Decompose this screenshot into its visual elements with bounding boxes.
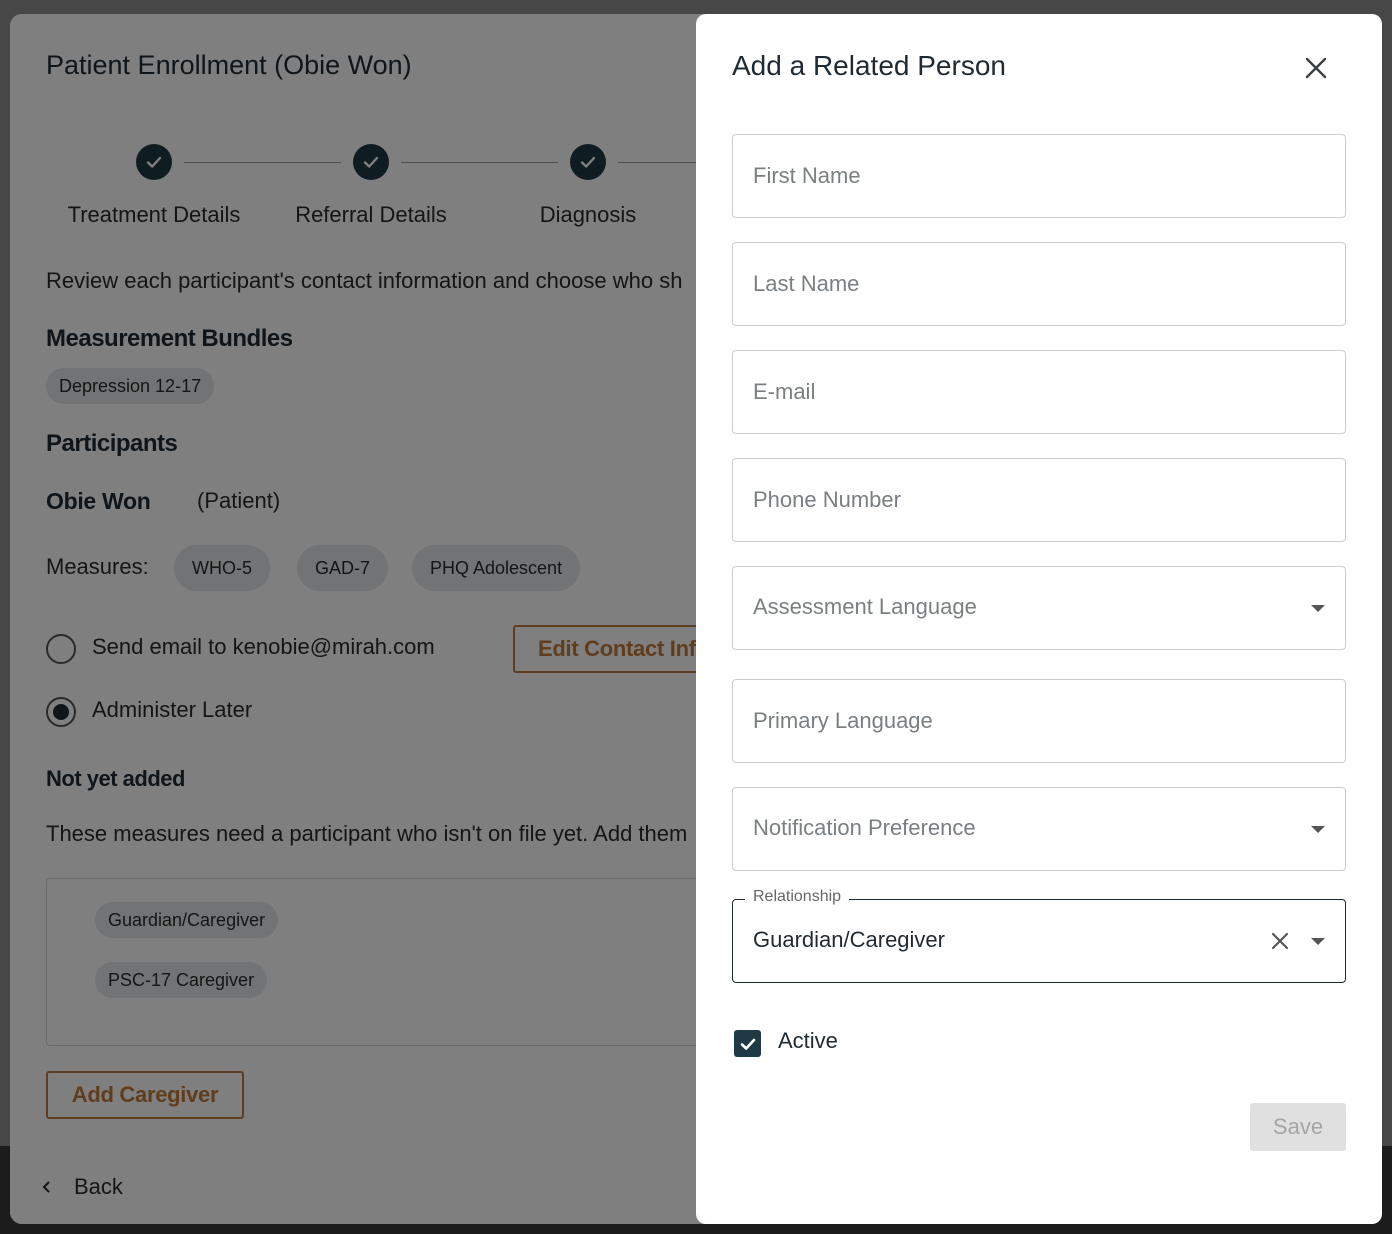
- caret-down-icon[interactable]: [1311, 938, 1325, 945]
- not-yet-added-chip: Guardian/Caregiver: [95, 902, 279, 938]
- send-email-label: Send email to kenobie@mirah.com: [92, 634, 435, 659]
- relationship-select[interactable]: Relationship Guardian/Caregiver: [732, 888, 1346, 983]
- assessment-language-placeholder: Assessment Language: [753, 594, 977, 619]
- participants-heading: Participants: [46, 430, 178, 457]
- clear-icon[interactable]: [1267, 928, 1293, 954]
- phone-number-input[interactable]: [753, 459, 1313, 541]
- measure-chip: GAD-7: [297, 545, 389, 591]
- add-related-person-panel: Add a Related Person Assessment Language…: [696, 14, 1382, 1224]
- primary-language-input[interactable]: [753, 680, 1313, 762]
- step-treatment-details[interactable]: Treatment Details: [44, 144, 264, 228]
- notification-preference-placeholder: Notification Preference: [753, 815, 976, 840]
- last-name-field[interactable]: [732, 242, 1346, 326]
- first-name-input[interactable]: [753, 135, 1313, 217]
- step-label: Treatment Details: [67, 202, 241, 227]
- administer-later-radio[interactable]: [46, 697, 76, 727]
- not-yet-added-box: Guardian/Caregiver PSC-17 Caregiver: [46, 878, 696, 1046]
- first-name-field[interactable]: [732, 134, 1346, 218]
- active-checkbox[interactable]: [734, 1030, 761, 1057]
- step-diagnosis[interactable]: Diagnosis: [478, 144, 696, 228]
- measurement-bundles-heading: Measurement Bundles: [46, 325, 293, 352]
- relationship-value: Guardian/Caregiver: [753, 927, 945, 952]
- relationship-label: Relationship: [745, 888, 850, 906]
- panel-title: Add a Related Person: [732, 50, 1006, 81]
- measures-label: Measures:: [46, 554, 149, 579]
- primary-language-field[interactable]: [732, 679, 1346, 763]
- step-label: Diagnosis: [539, 202, 637, 227]
- close-button[interactable]: [1298, 50, 1334, 86]
- send-email-radio[interactable]: [46, 634, 76, 664]
- enrollment-title: Patient Enrollment (Obie Won): [46, 50, 412, 80]
- check-circle-icon: [353, 144, 389, 180]
- check-circle-icon: [136, 144, 172, 180]
- back-label: Back: [74, 1174, 123, 1199]
- bundle-chip: Depression 12-17: [46, 368, 215, 404]
- not-yet-added-description: These measures need a participant who is…: [46, 821, 688, 846]
- caret-down-icon: [1311, 605, 1325, 612]
- enrollment-description: Review each participant's contact inform…: [46, 268, 683, 293]
- email-input[interactable]: [753, 351, 1313, 433]
- edit-contact-info-button[interactable]: Edit Contact Info: [513, 625, 696, 673]
- step-label: Referral Details: [295, 202, 447, 227]
- measure-chip: PHQ Adolescent: [412, 545, 581, 591]
- email-field[interactable]: [732, 350, 1346, 434]
- add-caregiver-button[interactable]: Add Caregiver: [46, 1071, 244, 1119]
- close-icon: [1305, 57, 1327, 79]
- phone-number-field[interactable]: [732, 458, 1346, 542]
- caret-down-icon: [1311, 826, 1325, 833]
- assessment-language-select[interactable]: Assessment Language: [732, 566, 1346, 650]
- administer-later-label: Administer Later: [92, 697, 253, 722]
- active-label: Active: [778, 1028, 838, 1053]
- check-circle-icon: [570, 144, 606, 180]
- measure-chip: WHO-5: [174, 545, 270, 591]
- participant-name: Obie Won: [46, 488, 151, 514]
- checkmark-icon: [740, 1038, 755, 1050]
- last-name-input[interactable]: [753, 243, 1313, 325]
- back-button[interactable]: Back: [40, 1174, 123, 1200]
- chevron-left-icon: [42, 1181, 50, 1193]
- participant-role: (Patient): [197, 488, 281, 513]
- notification-preference-select[interactable]: Notification Preference: [732, 787, 1346, 871]
- not-yet-added-chip: PSC-17 Caregiver: [95, 962, 268, 998]
- not-yet-added-heading: Not yet added: [46, 766, 185, 791]
- step-referral-details[interactable]: Referral Details: [261, 144, 481, 228]
- save-button[interactable]: Save: [1250, 1103, 1346, 1151]
